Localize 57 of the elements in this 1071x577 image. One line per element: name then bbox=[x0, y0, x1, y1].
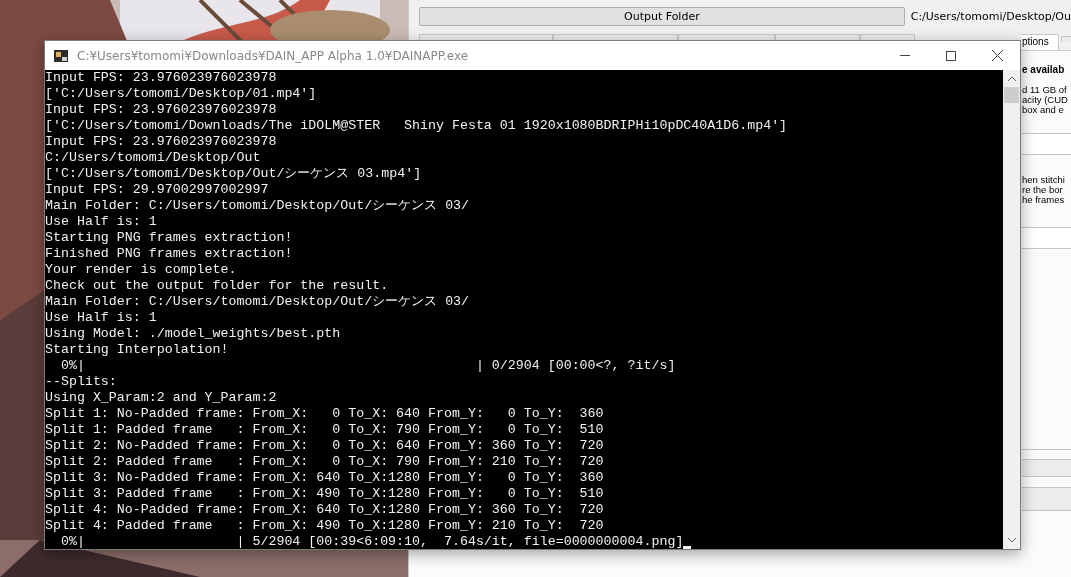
tab[interactable] bbox=[1061, 36, 1071, 42]
tab[interactable] bbox=[419, 34, 553, 40]
console-line: Your render is complete. bbox=[45, 262, 238, 278]
console-line: Main Folder: C:/Users/tomomi/Desktop/Out/シーケンス 03/ bbox=[45, 198, 471, 214]
console-line: Split 4: No-Padded frame: From_X: 640 To_X:1280 From_Y: 360 To_Y: 720 bbox=[45, 502, 605, 518]
console-line: Split 3: No-Padded frame: From_X: 640 To_X:1280 From_Y: 0 To_Y: 360 bbox=[45, 470, 605, 486]
panel-text: box and e bbox=[1022, 105, 1064, 115]
console-line: Main Folder: C:/Users/tomomi/Desktop/Out/シーケンス 03/ bbox=[45, 294, 471, 310]
output-path: C:/Users/tomomi/Desktop/Ou bbox=[910, 10, 1071, 23]
console-line: Split 2: Padded frame : From_X: 0 To_X: 790 From_Y: 210 To_Y: 720 bbox=[45, 454, 605, 470]
console-line: C:/Users/tomomi/Desktop/Out bbox=[45, 150, 262, 166]
console-line: Input FPS: 23.976023976023978 bbox=[45, 70, 278, 86]
console-line: Use Half is: 1 bbox=[45, 310, 158, 326]
tab[interactable] bbox=[775, 34, 860, 40]
app-icon bbox=[53, 47, 69, 64]
console-line: Split 4: Padded frame : From_X: 490 To_X:1280 From_Y: 210 To_Y: 720 bbox=[45, 518, 605, 534]
input-field[interactable] bbox=[1022, 133, 1071, 154]
cursor-icon bbox=[683, 546, 692, 549]
close-icon bbox=[991, 50, 1003, 61]
panel-text: re the bor bbox=[1022, 185, 1064, 195]
console-line: ['C:/Users/tomomi/Downloads/The iDOLM@STER Shiny Festa 01 1920x1080BDRIPHi10pDC40A1D6.mp4'] bbox=[45, 118, 789, 134]
console-line: Split 1: Padded frame : From_X: 0 To_X: 790 From_Y: 0 To_Y: 510 bbox=[45, 422, 605, 438]
panel-text: d 11 GB of bbox=[1022, 85, 1068, 95]
console-line: Using X_Param:2 and Y_Param:2 bbox=[45, 390, 278, 406]
console-line: Split 2: No-Padded frame: From_X: 0 To_X: 640 From_Y: 360 To_Y: 720 bbox=[45, 438, 605, 454]
tab[interactable] bbox=[553, 34, 678, 40]
console-line: Starting Interpolation! bbox=[45, 342, 230, 358]
panel-text: he frames bbox=[1022, 195, 1066, 205]
console-line: Split 3: Padded frame : From_X: 490 To_X:1280 From_Y: 0 To_Y: 510 bbox=[45, 486, 605, 502]
console-line: Input FPS: 23.976023976023978 bbox=[45, 102, 278, 118]
console-line: 0%| | 0/2904 [00:00<?, ?it/s] bbox=[59, 358, 677, 374]
console-line: Using Model: ./model_weights/best.pth bbox=[45, 326, 342, 342]
console-line: ['C:/Users/tomomi/Desktop/Out/シーケンス 03.mp4'] bbox=[45, 166, 423, 182]
console-line: ['C:/Users/tomomi/Desktop/01.mp4'] bbox=[45, 86, 318, 102]
console-line: Input FPS: 23.976023976023978 bbox=[45, 134, 278, 150]
console-line: --Splits: bbox=[45, 374, 118, 390]
console-line: Check out the output folder for the result. bbox=[45, 278, 390, 294]
scrollbar-thumb[interactable] bbox=[1004, 87, 1019, 103]
console-line: Input FPS: 29.97002997002997 bbox=[45, 182, 270, 198]
panel-bar bbox=[1022, 459, 1071, 476]
tab[interactable] bbox=[860, 34, 915, 40]
panel-heading: e availab bbox=[1022, 63, 1066, 77]
tab[interactable]: ptions bbox=[1021, 34, 1059, 50]
input-field[interactable] bbox=[1022, 227, 1071, 248]
output-folder-button[interactable]: Output Folder bbox=[419, 7, 905, 26]
panel-text: acity (CUD bbox=[1022, 95, 1069, 105]
window-title: C:¥Users¥tomomi¥Downloads¥DAIN_APP Alpha 1.0¥DAINAPP.exe bbox=[77, 48, 470, 63]
console-line: Finished PNG frames extraction! bbox=[45, 246, 294, 262]
panel-text: hen stitchi bbox=[1022, 175, 1066, 185]
console-line: Use Half is: 1 bbox=[45, 214, 158, 230]
tab[interactable] bbox=[678, 34, 775, 40]
console-line: Split 1: No-Padded frame: From_X: 0 To_X: 640 From_Y: 0 To_Y: 360 bbox=[45, 406, 605, 422]
maximize-icon bbox=[946, 50, 956, 61]
minimize-icon bbox=[900, 55, 910, 56]
panel-bar bbox=[1022, 487, 1071, 510]
console-line: Starting PNG frames extraction! bbox=[45, 230, 294, 246]
console-line: 0%| | 5/2904 [00:39<6:09:10, 7.64s/it, file=0000000004.png] bbox=[59, 534, 684, 549]
